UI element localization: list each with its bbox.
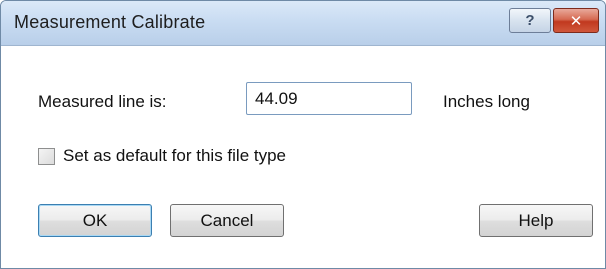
measured-line-label: Measured line is: (38, 92, 167, 111)
cancel-button[interactable]: Cancel (170, 204, 284, 237)
measured-length-input[interactable] (246, 82, 412, 115)
dialog-title: Measurement Calibrate (14, 12, 206, 32)
set-default-label[interactable]: Set as default for this file type (63, 146, 286, 166)
help-button[interactable]: Help (479, 204, 593, 237)
question-mark-icon: ? (525, 12, 535, 29)
set-default-checkbox[interactable] (38, 148, 55, 165)
ok-button[interactable]: OK (38, 204, 152, 237)
calibrate-dialog: Measurement Calibrate ? ✕ Measured line … (0, 0, 606, 269)
dialog-body: Measured line is: Inches long Set as def… (1, 46, 605, 268)
close-icon: ✕ (569, 12, 583, 30)
units-label: Inches long (443, 92, 530, 111)
titlebar-help-button[interactable]: ? (509, 8, 551, 33)
close-button[interactable]: ✕ (553, 8, 599, 33)
title-bar[interactable]: Measurement Calibrate ? ✕ (1, 1, 605, 46)
